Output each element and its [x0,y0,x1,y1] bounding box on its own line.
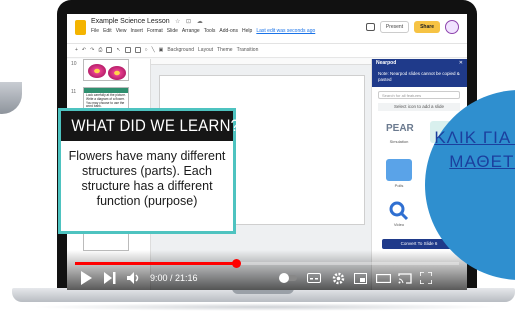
editor-toolbar: + ↶ ↷ ⎙ ↖ ○ ╲ ▣ Background Layout Theme … [67,44,467,58]
menu-edit[interactable]: Edit [103,28,112,34]
autoplay-toggle[interactable] [279,270,297,286]
tile-label: Video [393,222,405,227]
fullscreen-icon[interactable] [419,270,433,286]
thumb-caption: Look carefully at the picture. Write a d… [86,93,126,109]
toolbar-transition[interactable]: Transition [237,47,259,53]
flower-image [108,66,126,80]
undo-icon[interactable]: ↶ [82,47,86,53]
nearpod-search-input[interactable]: Search for all features [378,91,460,99]
video-controls: 9:00 / 21:16 [67,268,467,290]
captions-icon[interactable] [307,270,321,286]
thumb-number: 11 [71,89,77,95]
toolbar-background[interactable]: Background [167,47,194,53]
pear-logo: PEAR [386,123,414,134]
search-play-icon [389,201,409,221]
menu-tools[interactable]: Tools [204,28,216,34]
video-progress-fill [75,262,236,265]
miniplayer-icon[interactable] [353,270,367,286]
nearpod-title: Nearpod [376,60,397,66]
print-icon[interactable]: ⎙ [98,47,102,53]
star-icon[interactable]: ☆ ⊡ ☁ [175,18,205,25]
ruler [151,59,371,65]
settings-icon[interactable] [331,270,345,286]
menu-help[interactable]: Help [242,28,252,34]
image-icon[interactable] [134,47,141,53]
slide-thumbnail[interactable] [83,59,129,81]
tile-label: Polls [394,183,404,188]
menu-view[interactable]: View [116,28,127,34]
nearpod-select-hint: Select icon to add a slide [378,103,460,111]
video-time: 9:00 / 21:16 [150,273,198,283]
present-button[interactable]: Present [379,21,410,33]
slide-body-text: Flowers have many different structures (… [68,149,226,208]
next-icon[interactable] [103,270,117,286]
toolbar-items: + ↶ ↷ ⎙ ↖ ○ ╲ ▣ Background Layout Theme … [75,47,258,53]
select-icon[interactable]: ↖ [116,47,120,53]
toolbar-layout[interactable]: Layout [198,47,213,53]
menu-file[interactable]: File [91,28,99,34]
decorative-shape [0,82,22,114]
flower-image [88,64,106,78]
menu-insert[interactable]: Insert [130,28,143,34]
zoom-icon[interactable] [106,47,113,53]
line-icon[interactable]: ╲ [152,47,155,53]
thumb-number: 10 [71,61,77,67]
add-icon[interactable]: + [75,47,78,53]
slides-titlebar: Example Science Lesson ☆ ⊡ ☁ File Edit V… [67,14,467,44]
laptop-shadow [30,303,500,311]
last-edit-link[interactable]: Last edit was seconds ago [256,28,315,34]
toolbar-theme[interactable]: Theme [217,47,233,53]
nearpod-note: Note: Nearpod slides cannot be copied & … [372,69,467,87]
comment-add-icon[interactable]: ▣ [159,47,164,53]
close-icon[interactable]: ✕ [459,60,463,66]
user-avatar[interactable] [445,20,459,34]
menu-format[interactable]: Format [147,28,163,34]
volume-icon[interactable] [127,270,141,286]
slides-logo-icon [75,20,86,35]
polls-tile[interactable] [386,159,412,181]
shape-icon[interactable]: ○ [145,47,148,53]
menu-slide[interactable]: Slide [167,28,178,34]
document-title[interactable]: Example Science Lesson [91,18,170,25]
video-tile[interactable] [386,199,412,221]
video-scrubber[interactable] [232,259,241,268]
menu-arrange[interactable]: Arrange [182,28,200,34]
textbox-icon[interactable] [124,47,131,53]
promo-link[interactable]: ΚΛΙΚ ΓΙΑ ΝΑ ΜΑΘΕΤΕ [428,126,515,174]
menu-bar: File Edit View Insert Format Slide Arran… [91,28,315,34]
titlebar-actions: Present Share [365,20,459,34]
comment-icon[interactable] [365,23,375,31]
stage: Example Science Lesson ☆ ⊡ ☁ File Edit V… [0,0,515,316]
menu-addons[interactable]: Add-ons [219,28,238,34]
redo-icon[interactable]: ↷ [90,47,94,53]
tile-label: Simulation [389,139,409,144]
share-button[interactable]: Share [414,21,440,33]
slide-title: WHAT DID WE LEARN? [71,116,240,135]
theater-mode-icon[interactable] [375,270,391,286]
play-icon[interactable] [79,270,93,286]
cast-icon[interactable] [397,270,413,286]
